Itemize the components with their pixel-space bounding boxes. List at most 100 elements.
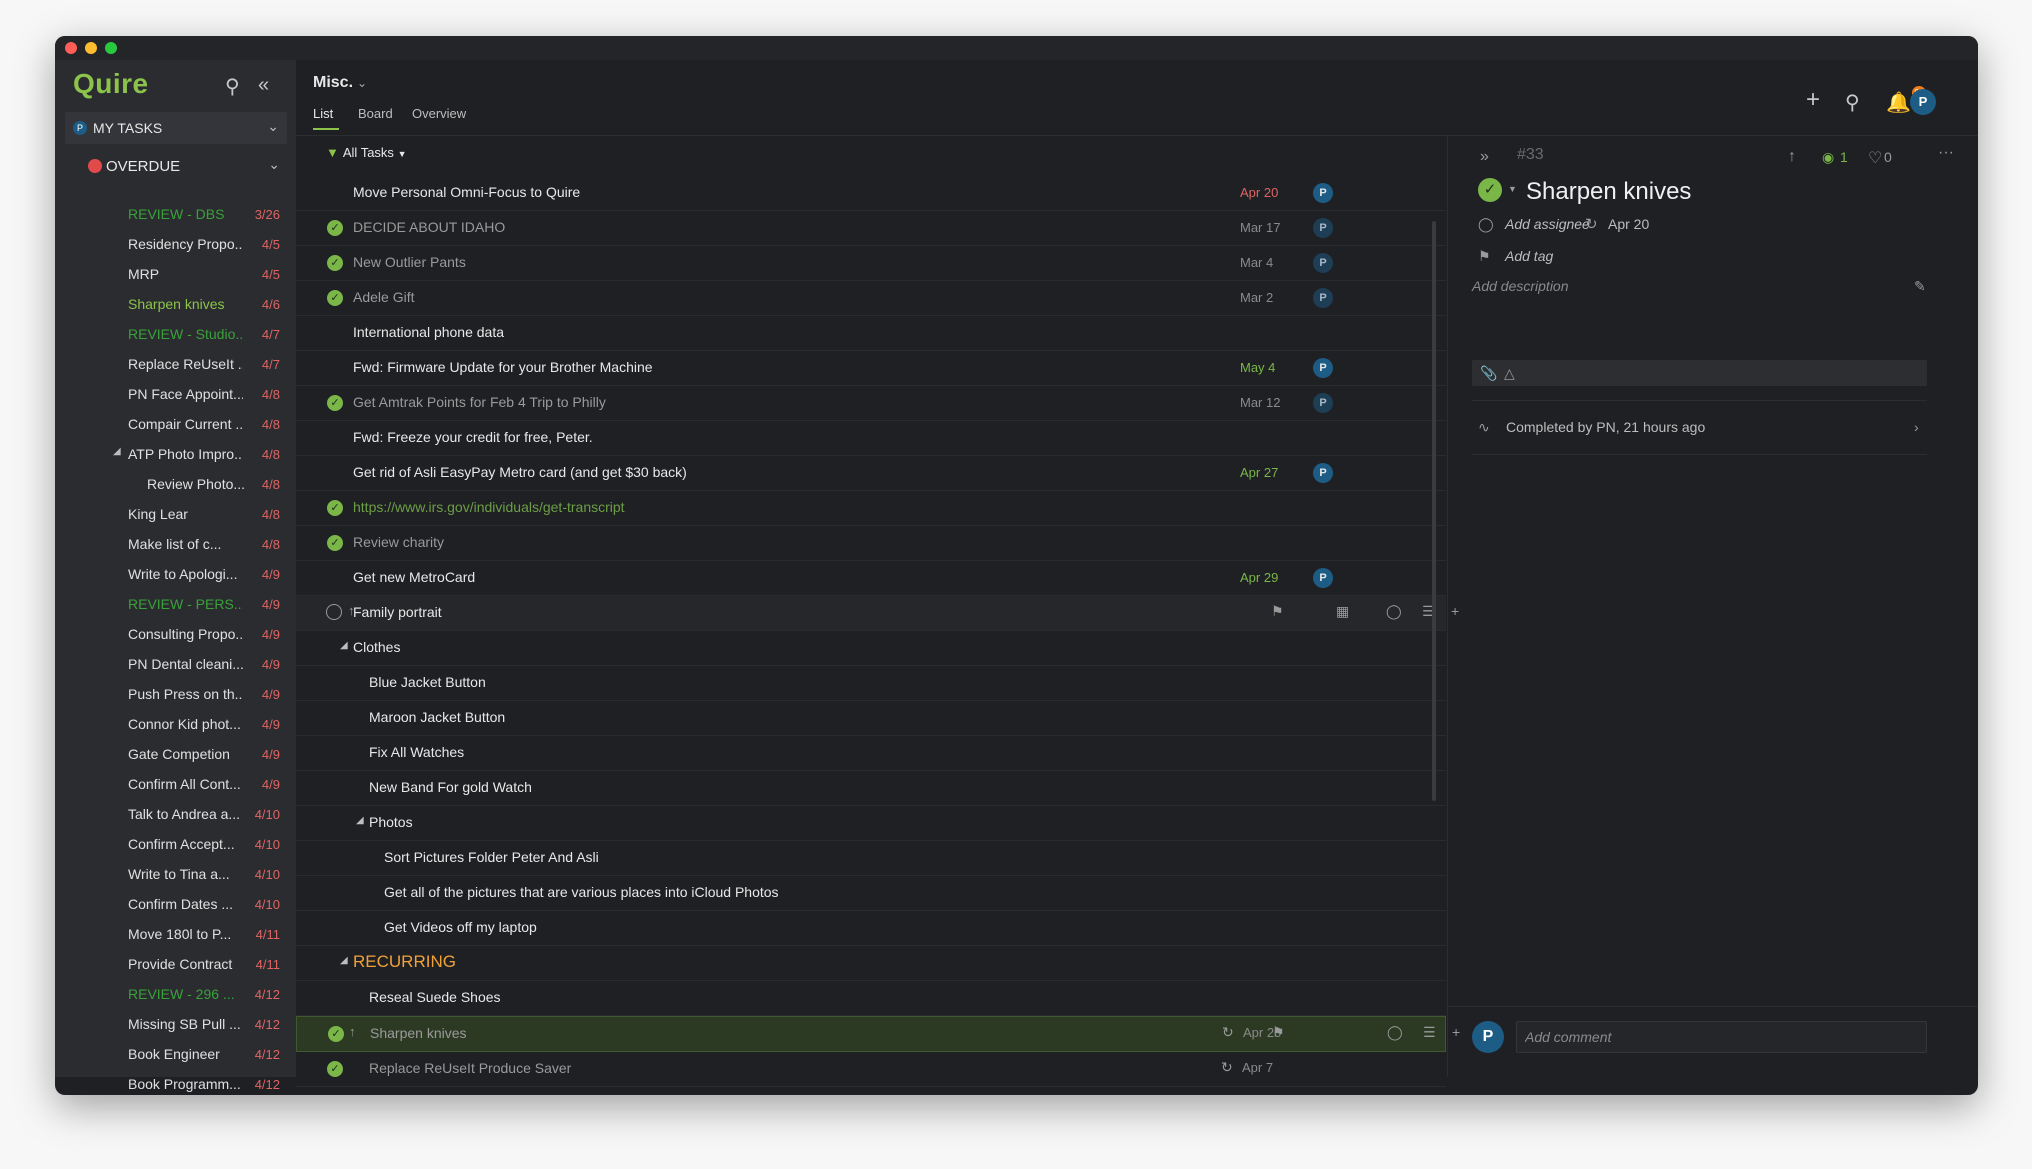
recurrence-date[interactable]: Apr 20 (1608, 216, 1649, 232)
sidebar-task-item[interactable]: REVIEW - 296 ... 4/12 (55, 980, 296, 1010)
sidebar-task-item[interactable]: Gate Competion 4/9 (55, 740, 296, 770)
paperclip-icon[interactable]: 📎 (1480, 365, 1497, 382)
sidebar-task-item[interactable]: REVIEW - PERS... 4/9 (55, 590, 296, 620)
assignee-avatar[interactable]: P (1313, 288, 1333, 308)
expand-toggle-icon[interactable]: ◢ (113, 446, 121, 457)
scrollbar[interactable] (1432, 221, 1436, 801)
task-title[interactable]: Maroon Jacket Button (369, 709, 505, 725)
task-row[interactable]: ↑ Family portrait ⚑ ▦ ◯ ☰ + (296, 596, 1459, 631)
task-title[interactable]: Blue Jacket Button (369, 674, 486, 690)
add-icon[interactable]: + (1806, 86, 1820, 114)
assignee-avatar[interactable]: P (1313, 463, 1333, 483)
search-icon[interactable]: ⚲ (225, 74, 240, 99)
task-row[interactable]: Maroon Jacket Button (296, 701, 1446, 736)
expand-toggle-icon[interactable]: ◢ (340, 640, 348, 651)
assignee-avatar[interactable]: P (1313, 568, 1333, 588)
sidebar-task-item[interactable]: Move 180l to P... 4/11 (55, 920, 296, 950)
task-title[interactable]: DECIDE ABOUT IDAHO (353, 219, 505, 235)
add-assignee-button[interactable]: Add assignee (1505, 216, 1590, 232)
task-title[interactable]: Photos (369, 814, 413, 830)
my-tasks-header[interactable]: P MY TASKS ⌄ (65, 112, 287, 144)
task-title[interactable]: Move Personal Omni-Focus to Quire (353, 184, 580, 200)
sidebar-task-item[interactable]: Make list of c... 4/8 (55, 530, 296, 560)
section-header[interactable]: ◢ RECURRING (296, 946, 1446, 981)
due-date[interactable]: Mar 12 (1240, 395, 1280, 410)
sidebar-task-item[interactable]: Push Press on th... 4/9 (55, 680, 296, 710)
completed-check-icon[interactable]: ✓ (327, 1061, 343, 1077)
task-row[interactable]: ✓ DECIDE ABOUT IDAHO Mar 17 P (296, 211, 1446, 246)
sidebar-task-item[interactable]: Compair Current ... 4/8 (55, 410, 296, 440)
drag-handle-icon[interactable]: ↑ (349, 1024, 356, 1039)
overdue-group[interactable]: OVERDUE ⌄ (88, 156, 288, 180)
sidebar-task-item[interactable]: Sharpen knives 4/6 (55, 290, 296, 320)
sidebar-task-item[interactable]: Confirm Dates ... 4/10 (55, 890, 296, 920)
sidebar-task-item[interactable]: Consulting Propo... 4/9 (55, 620, 296, 650)
task-row[interactable]: ◢ Clothes (296, 631, 1446, 666)
comment-input[interactable] (1516, 1021, 1927, 1053)
due-date[interactable]: Apr 20 (1240, 185, 1440, 209)
sidebar-task-item[interactable]: Connor Kid phot... 4/9 (55, 710, 296, 740)
chevron-down-icon[interactable]: ⌄ (357, 76, 367, 90)
chevron-right-icon[interactable]: › (1914, 419, 1919, 435)
due-date[interactable]: Mar 4 (1240, 255, 1273, 270)
assignee-avatar[interactable]: P (1313, 358, 1333, 378)
person-icon[interactable]: ◯ (1386, 603, 1402, 620)
project-title[interactable]: Misc. ⌄ (313, 74, 367, 92)
chevron-down-icon[interactable]: ⌄ (267, 118, 279, 135)
completed-check-icon[interactable]: ✓ (328, 1026, 344, 1042)
eye-icon[interactable]: ◉ (1822, 149, 1834, 166)
tag-icon[interactable]: ⚑ (1271, 603, 1284, 620)
task-row[interactable]: International phone data (296, 316, 1446, 351)
sidebar-task-item[interactable]: PN Face Appoint... 4/8 (55, 380, 296, 410)
task-row[interactable]: ✓ ↑ Sharpen knives ↻ Apr 20 ⚑ ◯ ☰ + (296, 1016, 1460, 1052)
collapse-sidebar-icon[interactable]: « (258, 74, 269, 97)
complete-checkbox[interactable] (326, 604, 342, 620)
completed-check-icon[interactable]: ✓ (327, 220, 343, 236)
person-icon[interactable]: ◯ (1387, 1024, 1403, 1041)
tab-list[interactable]: List (313, 106, 333, 121)
sidebar-task-item[interactable]: Talk to Andrea a... 4/10 (55, 800, 296, 830)
minimize-window-button[interactable] (85, 42, 97, 54)
task-title[interactable]: Adele Gift (353, 289, 414, 305)
task-row[interactable]: ✓ Adele Gift Mar 2 P (296, 281, 1446, 316)
close-window-button[interactable] (65, 42, 77, 54)
sidebar-task-item[interactable]: PN Dental cleani... 4/9 (55, 650, 296, 680)
add-tag-button[interactable]: Add tag (1505, 248, 1553, 264)
task-row[interactable]: Get all of the pictures that are various… (296, 876, 1446, 911)
task-row[interactable]: Fwd: Freeze your credit for free, Peter. (296, 421, 1446, 456)
expand-toggle-icon[interactable]: ◢ (356, 815, 364, 826)
bell-icon[interactable]: 🔔 (1886, 90, 1911, 115)
task-row[interactable]: ✓ New Outlier Pants Mar 4 P (296, 246, 1446, 281)
zoom-window-button[interactable] (105, 42, 117, 54)
completed-check-icon[interactable]: ✓ (327, 255, 343, 271)
task-title[interactable]: RECURRING (353, 952, 456, 972)
heart-icon[interactable]: ♡ (1868, 148, 1882, 168)
cloud-drive-icon[interactable]: △ (1504, 365, 1515, 382)
task-title[interactable]: Replace ReUseIt Produce Saver (369, 1060, 571, 1076)
task-title[interactable]: International phone data (353, 324, 504, 340)
sidebar-task-item[interactable]: Review Photo... 4/8 (55, 470, 296, 500)
sidebar-task-item[interactable]: Confirm Accept... 4/10 (55, 830, 296, 860)
due-date[interactable]: Apr 29 (1240, 570, 1278, 585)
task-title[interactable]: Fwd: Freeze your credit for free, Peter. (353, 429, 593, 445)
completed-check-icon[interactable]: ✓ (327, 535, 343, 551)
due-date[interactable]: May 4 (1240, 360, 1275, 375)
completed-check-icon[interactable]: ✓ (1478, 178, 1502, 202)
task-title[interactable]: New Outlier Pants (353, 254, 466, 270)
task-row[interactable]: Sort Pictures Folder Peter And Asli (296, 841, 1446, 876)
chevron-down-icon[interactable]: ⌄ (268, 156, 280, 173)
task-row[interactable]: Get rid of Asli EasyPay Metro card (and … (296, 456, 1446, 491)
subtask-icon[interactable]: ☰ (1423, 1024, 1436, 1041)
task-row[interactable]: Fix All Watches (296, 736, 1446, 771)
sidebar-task-item[interactable]: ◢ ATP Photo Impro... 4/8 (55, 440, 296, 470)
completed-check-icon[interactable]: ✓ (327, 500, 343, 516)
task-row[interactable]: ✓Clean air filters 2x↻Apr 1 (296, 1087, 1446, 1095)
user-avatar[interactable]: P (1910, 89, 1936, 115)
sidebar-task-item[interactable]: Book Programm... 4/12 (55, 1070, 296, 1095)
sidebar-task-item[interactable]: REVIEW - DBS 3/26 (55, 200, 296, 230)
completed-check-icon[interactable]: ✓ (327, 395, 343, 411)
due-date[interactable]: Mar 17 (1240, 220, 1280, 235)
task-title[interactable]: Sharpen knives (370, 1025, 467, 1041)
add-description-field[interactable]: Add description (1472, 278, 1569, 294)
task-title[interactable]: Fix All Watches (369, 744, 464, 760)
